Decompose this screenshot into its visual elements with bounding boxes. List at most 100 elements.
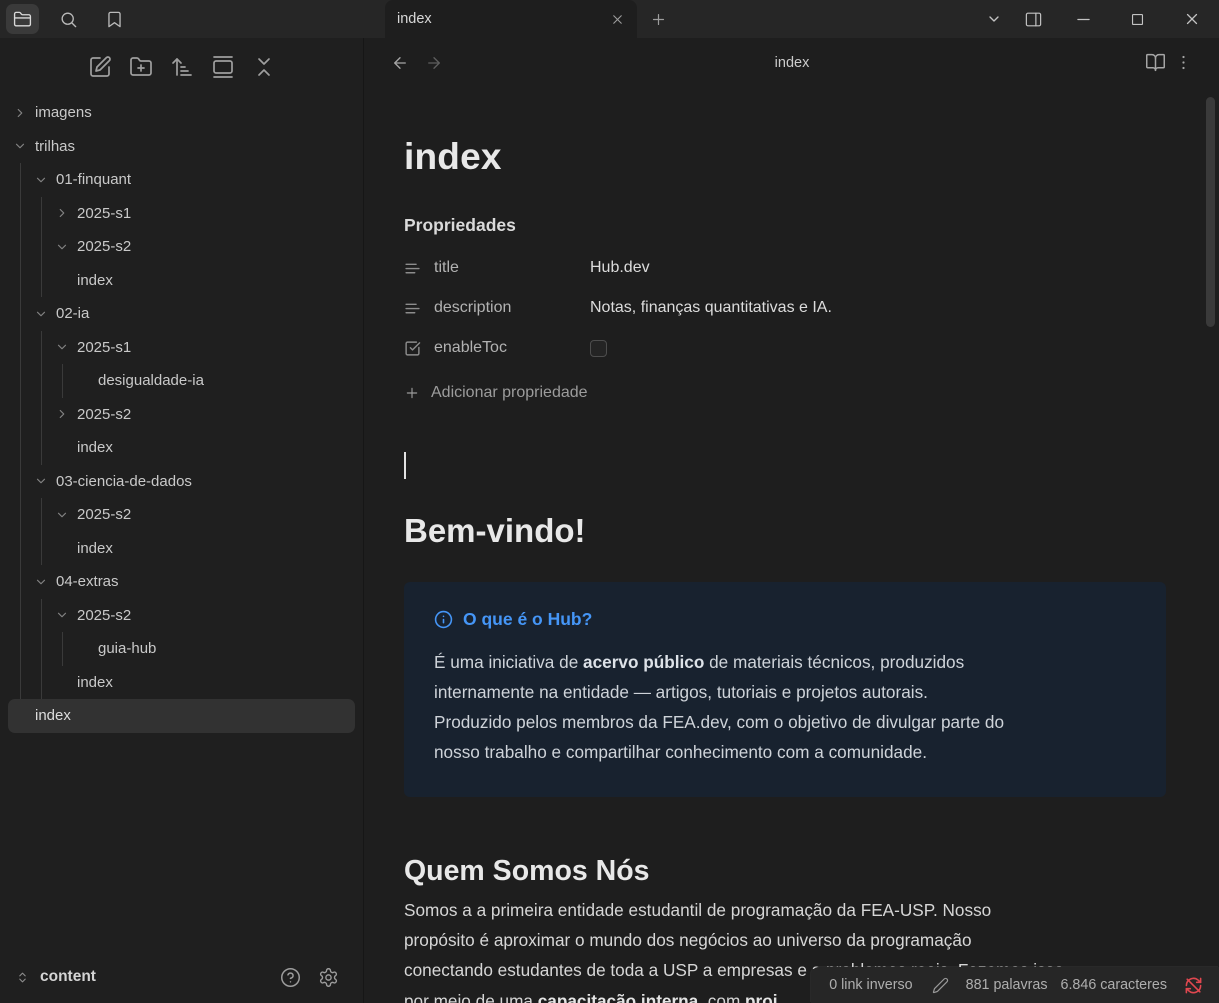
- sync-off-icon[interactable]: [1184, 976, 1203, 995]
- tree-folder-imagens[interactable]: imagens: [8, 96, 355, 130]
- tree-folder-2025-s2[interactable]: 2025-s2: [8, 498, 355, 532]
- pencil-icon[interactable]: [932, 977, 949, 994]
- close-icon: [1183, 10, 1201, 28]
- note-title[interactable]: index: [404, 136, 1166, 178]
- property-key[interactable]: description: [404, 299, 590, 317]
- chevron-right-icon[interactable]: [55, 407, 69, 421]
- tree-file-desigualdade-ia[interactable]: desigualdade-ia: [8, 364, 355, 398]
- minimize-button[interactable]: [1075, 0, 1092, 38]
- indent-guide: [20, 230, 41, 264]
- welcome-heading[interactable]: Bem-vindo!: [404, 512, 1166, 550]
- close-icon[interactable]: [610, 12, 625, 27]
- collapse-all-button[interactable]: [252, 55, 276, 79]
- help-icon[interactable]: [280, 967, 301, 988]
- status-bar: 0 link inverso 881 palavras 6.846 caract…: [811, 967, 1219, 1003]
- new-note-button[interactable]: [88, 55, 112, 79]
- property-key-label: enableToc: [434, 339, 507, 357]
- gear-icon[interactable]: [318, 967, 339, 988]
- tree-folder-2025-s2[interactable]: 2025-s2: [8, 599, 355, 633]
- tree-folder-04-extras[interactable]: 04-extras: [8, 565, 355, 599]
- tree-folder-trilhas[interactable]: trilhas: [8, 130, 355, 164]
- property-checkbox[interactable]: [590, 340, 607, 357]
- tree-item-label: 2025-s2: [77, 607, 131, 624]
- tree-item-label: 2025-s2: [77, 238, 131, 255]
- text: É uma iniciativa de: [434, 652, 583, 672]
- properties-heading[interactable]: Propriedades: [404, 215, 1166, 236]
- maximize-button[interactable]: [1129, 0, 1146, 38]
- indent-guide: [41, 431, 62, 465]
- chevron-down-icon[interactable]: [34, 474, 48, 488]
- tree-item-label: index: [77, 439, 113, 456]
- chevron-right-icon[interactable]: [13, 106, 27, 120]
- tree-item-label: 2025-s2: [77, 406, 131, 423]
- character-count[interactable]: 6.846 caracteres: [1061, 977, 1168, 993]
- property-value[interactable]: Hub.dev: [590, 259, 650, 277]
- chevron-down-icon[interactable]: [55, 508, 69, 522]
- property-key[interactable]: title: [404, 259, 590, 277]
- sort-order-button[interactable]: [170, 55, 194, 79]
- chevron-down-icon[interactable]: [34, 575, 48, 589]
- tree-file-index[interactable]: index: [8, 431, 355, 465]
- info-callout[interactable]: O que é o Hub? É uma iniciativa de acerv…: [404, 582, 1166, 797]
- chevron-down-icon[interactable]: [34, 173, 48, 187]
- panel-right-icon: [1024, 10, 1043, 29]
- file-explorer-toolbar: [0, 38, 363, 79]
- tree-item-label: 02-ia: [56, 305, 89, 322]
- new-folder-button[interactable]: [129, 55, 153, 79]
- files-ribbon-button[interactable]: [6, 4, 39, 34]
- bold-text: proj: [745, 991, 777, 1003]
- search-ribbon-button[interactable]: [52, 4, 85, 34]
- bold-text: acervo público: [583, 652, 704, 672]
- section-heading[interactable]: Quem Somos Nós: [404, 855, 1166, 888]
- view-header: index: [365, 38, 1219, 88]
- tab-list-button[interactable]: [986, 0, 1002, 38]
- tree-item-label: desigualdade-ia: [98, 372, 204, 389]
- tree-file-index[interactable]: index: [8, 264, 355, 298]
- chevron-down-icon: [986, 11, 1002, 27]
- chevron-down-icon[interactable]: [13, 139, 27, 153]
- editor-pane: index index Propriedades title Hub.dev des…: [365, 38, 1219, 1003]
- tree-file-index[interactable]: index: [8, 666, 355, 700]
- chevron-down-icon[interactable]: [55, 240, 69, 254]
- tree-folder-03-ciencia-de-dados[interactable]: 03-ciencia-de-dados: [8, 465, 355, 499]
- chevron-down-icon[interactable]: [55, 608, 69, 622]
- tree-file-index[interactable]: index: [8, 699, 355, 733]
- vault-switcher[interactable]: content: [0, 951, 363, 1003]
- right-sidebar-toggle-button[interactable]: [1024, 0, 1043, 38]
- editor-scrollbar[interactable]: [1206, 97, 1215, 327]
- indent-guide: [20, 532, 41, 566]
- stacked-tabs-button[interactable]: [211, 55, 235, 79]
- footer-icons: [280, 967, 339, 988]
- tree-folder-2025-s1[interactable]: 2025-s1: [8, 331, 355, 365]
- backlinks-count[interactable]: 0 link inverso: [829, 977, 912, 993]
- tree-folder-02-ia[interactable]: 02-ia: [8, 297, 355, 331]
- tree-file-guia-hub[interactable]: guia-hub: [8, 632, 355, 666]
- tab-index[interactable]: index: [385, 0, 637, 38]
- indent-guide: [20, 599, 41, 633]
- property-row-enableToc: enableToc: [404, 328, 1166, 368]
- search-icon: [59, 10, 78, 29]
- tree-item-label: imagens: [35, 104, 92, 121]
- callout-body[interactable]: É uma iniciativa de acervo público de ma…: [434, 647, 1136, 767]
- chevron-down-icon[interactable]: [55, 340, 69, 354]
- new-tab-button[interactable]: [650, 11, 667, 28]
- property-key[interactable]: enableToc: [404, 339, 590, 357]
- bookmarks-ribbon-button[interactable]: [98, 4, 131, 34]
- word-count[interactable]: 881 palavras: [966, 977, 1048, 993]
- tree-folder-01-finquant[interactable]: 01-finquant: [8, 163, 355, 197]
- add-property-button[interactable]: Adicionar propriedade: [404, 376, 1166, 410]
- tree-folder-2025-s2[interactable]: 2025-s2: [8, 398, 355, 432]
- more-options-button[interactable]: [1174, 53, 1193, 72]
- window-close-button[interactable]: [1183, 0, 1201, 38]
- chevron-down-icon[interactable]: [34, 307, 48, 321]
- indent-guide: [62, 364, 83, 398]
- property-key-label: title: [434, 259, 459, 277]
- tree-file-index[interactable]: index: [8, 532, 355, 566]
- indent-guide: [20, 632, 41, 666]
- indent-guide: [41, 632, 62, 666]
- chevron-right-icon[interactable]: [55, 206, 69, 220]
- tree-folder-2025-s2[interactable]: 2025-s2: [8, 230, 355, 264]
- reading-view-button[interactable]: [1145, 52, 1166, 73]
- tree-folder-2025-s1[interactable]: 2025-s1: [8, 197, 355, 231]
- property-value[interactable]: Notas, finanças quantitativas e IA.: [590, 299, 832, 317]
